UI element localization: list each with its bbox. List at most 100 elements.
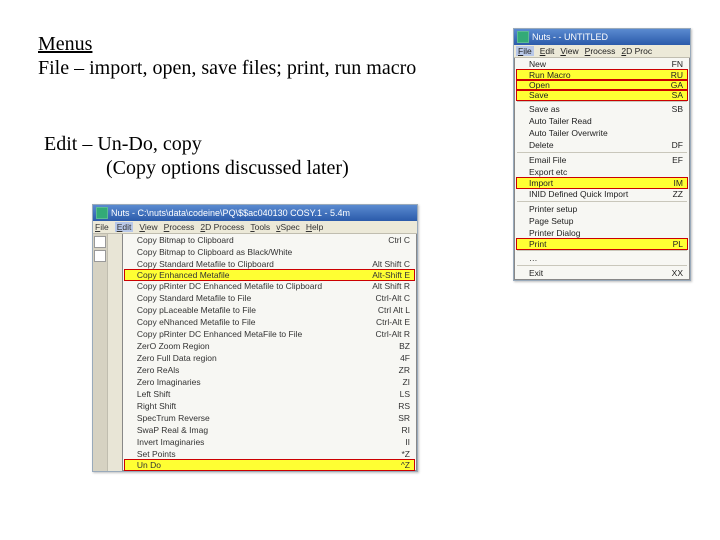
- menu-item-shortcut: LS: [400, 389, 410, 399]
- menu-item-label: Copy eNhanced Metafile to File: [137, 317, 256, 327]
- menu-item-label: Zero Imaginaries: [137, 377, 201, 387]
- menu-item[interactable]: Set Points *Z: [123, 448, 416, 460]
- menu-item[interactable]: INID Defined Quick ImportZZ: [515, 188, 689, 200]
- menu-item-shortcut: Alt-Shift E: [372, 270, 410, 280]
- menu-2dprocess[interactable]: 2D Process: [200, 222, 244, 232]
- menu-process[interactable]: Process: [585, 46, 616, 56]
- menu-item-shortcut: EF: [672, 155, 683, 165]
- menu-tools[interactable]: Tools: [250, 222, 270, 232]
- heading-menus: Menus: [38, 32, 92, 57]
- menu-item[interactable]: Copy Bitmap to Clipboard Ctrl C: [123, 234, 416, 246]
- menu-item-label: Exit: [529, 268, 543, 278]
- menu-item[interactable]: Un Do^Z: [125, 460, 414, 470]
- menu-vspec[interactable]: vSpec: [276, 222, 300, 232]
- menu-item-shortcut: SA: [672, 90, 683, 100]
- menu-view[interactable]: View: [560, 46, 578, 56]
- menu-item-shortcut: RI: [402, 425, 411, 435]
- text-edit-line1: Edit – Un-Do, copy: [44, 132, 202, 157]
- menu-item-label: Export etc: [529, 167, 567, 177]
- menu-item-label: Auto Tailer Overwrite: [529, 128, 608, 138]
- menu-item[interactable]: Left ShiftLS: [123, 388, 416, 400]
- menu-edit[interactable]: Edit: [540, 46, 555, 56]
- menu-item-label: Save as: [529, 104, 560, 114]
- menu-file[interactable]: File: [95, 222, 109, 232]
- menu-item[interactable]: Copy Standard Metafile to Clipboard Alt S…: [123, 258, 416, 270]
- menu-edit[interactable]: Edit: [115, 222, 134, 232]
- menu-item[interactable]: OpenGA: [517, 80, 687, 90]
- menu-item-label: Zero ReAls: [137, 365, 180, 375]
- titlebar: Nuts - - UNTITLED: [514, 29, 690, 45]
- app-icon: [96, 207, 108, 219]
- menu-item[interactable]: ZerO Zoom RegionBZ: [123, 340, 416, 352]
- menu-item[interactable]: NewFN: [515, 58, 689, 70]
- menu-item[interactable]: Copy pRinter DC Enhanced Metafile to Cli…: [123, 280, 416, 292]
- menu-file[interactable]: File: [516, 46, 534, 56]
- menu-item[interactable]: Printer Dialog: [515, 227, 689, 239]
- separator: [517, 265, 687, 266]
- menu-item[interactable]: Zero ImaginariesZI: [123, 376, 416, 388]
- separator: [517, 101, 687, 102]
- menu-item[interactable]: SaveSA: [517, 90, 687, 100]
- menu-item[interactable]: Run MacroRU: [517, 70, 687, 80]
- menu-item-label: ZerO Zoom Region: [137, 341, 210, 351]
- menu-item[interactable]: Auto Tailer Overwrite: [515, 127, 689, 139]
- menu-item-shortcut: XX: [672, 268, 683, 278]
- menu-item[interactable]: DeleteDF: [515, 139, 689, 151]
- menu-help[interactable]: Help: [306, 222, 323, 232]
- menu-item[interactable]: Copy eNhanced Metafile to FileCtrl-Alt E: [123, 316, 416, 328]
- menu-item-shortcut: SB: [672, 104, 683, 114]
- menu-item-shortcut: Ctrl C: [388, 235, 410, 245]
- menu-item-label: Copy Bitmap to Clipboard as Black/White: [137, 247, 292, 257]
- menu-item-label: Set Points: [137, 449, 176, 459]
- menu-2dproc[interactable]: 2D Proc: [621, 46, 652, 56]
- menu-item-label: SwaP Real & Imag: [137, 425, 208, 435]
- edit-menu-screenshot: Nuts - C:\nuts\data\codeine\PQ\$$ac04013…: [92, 204, 418, 472]
- separator: [517, 201, 687, 202]
- menu-view[interactable]: View: [139, 222, 157, 232]
- window-title: Nuts - - UNTITLED: [532, 32, 608, 42]
- menu-item-shortcut: ZR: [399, 365, 410, 375]
- toolbar-gutter: [93, 234, 108, 471]
- menu-item[interactable]: PrintPL: [517, 239, 687, 249]
- menu-item[interactable]: Exit XX: [515, 267, 689, 279]
- menu-item[interactable]: Copy Enhanced Metafile Alt-Shift E: [125, 270, 414, 280]
- app-icon: [517, 31, 529, 43]
- menu-item[interactable]: Zero Full Data region4F: [123, 352, 416, 364]
- file-menu-screenshot: Nuts - - UNTITLED File Edit View Process 2D …: [513, 28, 691, 281]
- menu-item[interactable]: Right ShiftRS: [123, 400, 416, 412]
- menu-item-shortcut: II: [405, 437, 410, 447]
- menu-item[interactable]: Save as SB: [515, 103, 689, 115]
- menu-item[interactable]: Auto Tailer Read: [515, 115, 689, 127]
- menu-item-label: Copy Standard Metafile to Clipboard: [137, 259, 274, 269]
- cut-icon: [94, 250, 106, 262]
- menu-item-label: Copy Bitmap to Clipboard: [137, 235, 234, 245]
- menu-item-shortcut: Alt Shift R: [372, 281, 410, 291]
- menu-item[interactable]: Copy Bitmap to Clipboard as Black/White: [123, 246, 416, 258]
- menu-item[interactable]: Invert Imaginaries II: [123, 436, 416, 448]
- menu-process[interactable]: Process: [164, 222, 195, 232]
- menu-item[interactable]: Printer setup: [515, 203, 689, 215]
- menu-item[interactable]: …: [515, 252, 689, 264]
- menu-item-label: SpecTrum Reverse: [137, 413, 210, 423]
- menubar: File Edit View Process 2D Proc: [514, 45, 690, 58]
- separator: [517, 250, 687, 251]
- menu-item[interactable]: ImportIM: [517, 178, 687, 188]
- menu-item[interactable]: Zero ReAls ZR: [123, 364, 416, 376]
- menu-item-shortcut: *Z: [402, 449, 411, 459]
- menu-item-shortcut: Alt Shift C: [372, 259, 410, 269]
- menu-item-shortcut: FN: [672, 59, 683, 69]
- menu-item-label: Run Macro: [529, 70, 571, 80]
- menu-item[interactable]: SwaP Real & Imag RI: [123, 424, 416, 436]
- menu-item-label: Invert Imaginaries: [137, 437, 205, 447]
- edit-dropdown: Copy Bitmap to ClipboardCtrl CCopy Bitma…: [122, 234, 417, 471]
- menu-item[interactable]: Copy Standard Metafile to FileCtrl-Alt C: [123, 292, 416, 304]
- menu-item[interactable]: Copy pLaceable Metafile to FileCtrl Alt …: [123, 304, 416, 316]
- menu-item-label: Copy pRinter DC Enhanced Metafile to Cli…: [137, 281, 322, 291]
- menu-item[interactable]: Export etc: [515, 166, 689, 178]
- menu-item[interactable]: Copy pRinter DC Enhanced MetaFile to Fil…: [123, 328, 416, 340]
- menu-item-label: Copy Enhanced Metafile: [137, 270, 230, 280]
- menu-item-shortcut: ZZ: [673, 189, 683, 199]
- menu-item[interactable]: Email FileEF: [515, 154, 689, 166]
- menu-item[interactable]: Page Setup: [515, 215, 689, 227]
- menu-item[interactable]: SpecTrum ReverseSR: [123, 412, 416, 424]
